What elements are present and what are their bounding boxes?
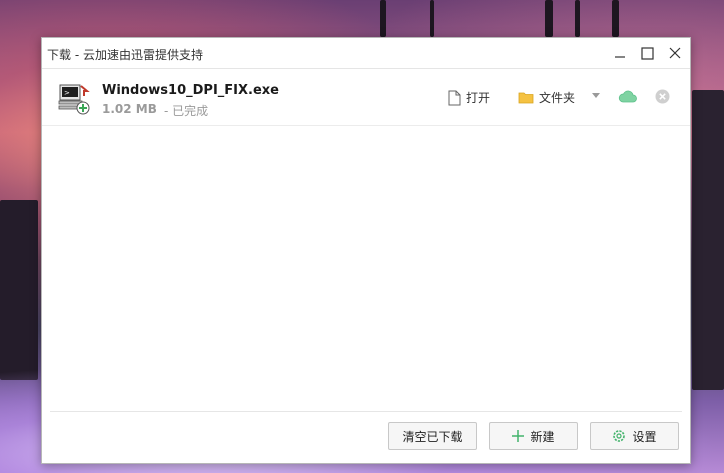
cloud-icon	[618, 90, 637, 103]
open-label: 打开	[466, 91, 491, 105]
plus-icon	[512, 430, 525, 442]
maximize-button[interactable]	[636, 42, 658, 64]
background-tree	[545, 0, 553, 37]
close-icon	[669, 47, 681, 59]
clear-downloaded-button[interactable]: 清空已下载	[388, 422, 477, 450]
download-item[interactable]: > Windows10_DPI_FIX.exe 1.02 MB - 已完成 打开…	[42, 69, 690, 126]
close-button[interactable]	[664, 42, 686, 64]
open-file-button[interactable]: 打开	[448, 89, 490, 106]
exe-file-icon: >	[57, 82, 91, 116]
folder-label: 文件夹	[539, 91, 576, 105]
svg-text:>: >	[64, 89, 70, 97]
background-tree	[0, 200, 38, 380]
gear-icon	[613, 430, 626, 442]
background-tree	[612, 0, 619, 37]
clear-downloaded-label: 清空已下载	[402, 429, 463, 444]
background-tree	[692, 90, 724, 390]
document-icon	[448, 90, 461, 105]
settings-label: 设置	[632, 429, 657, 444]
background-tree	[575, 0, 580, 37]
settings-button[interactable]: 设置	[590, 422, 679, 450]
download-status: - 已完成	[164, 104, 209, 118]
new-download-label: 新建	[530, 429, 555, 444]
background-tree	[430, 0, 434, 37]
more-options-dropdown[interactable]	[592, 93, 605, 99]
minimize-icon	[615, 56, 625, 58]
chevron-down-icon	[592, 93, 600, 98]
download-window: 下载 - 云加速由迅雷提供支持 > Windows10_DPI_FIX.exe …	[41, 37, 691, 464]
file-name: Windows10_DPI_FIX.exe	[102, 83, 279, 98]
new-download-button[interactable]: 新建	[489, 422, 578, 450]
folder-icon	[518, 92, 534, 104]
title-bar[interactable]: 下载 - 云加速由迅雷提供支持	[42, 38, 690, 69]
maximize-icon	[640, 46, 654, 60]
window-title: 下载 - 云加速由迅雷提供支持	[47, 48, 203, 62]
file-size: 1.02 MB	[102, 102, 157, 116]
remove-item-button[interactable]	[655, 89, 675, 104]
close-circle-icon	[655, 89, 670, 104]
open-folder-button[interactable]: 文件夹	[518, 89, 575, 106]
cloud-button[interactable]	[618, 89, 642, 103]
minimize-button[interactable]	[609, 42, 631, 64]
background-tree	[380, 0, 386, 37]
footer-divider	[50, 411, 682, 412]
